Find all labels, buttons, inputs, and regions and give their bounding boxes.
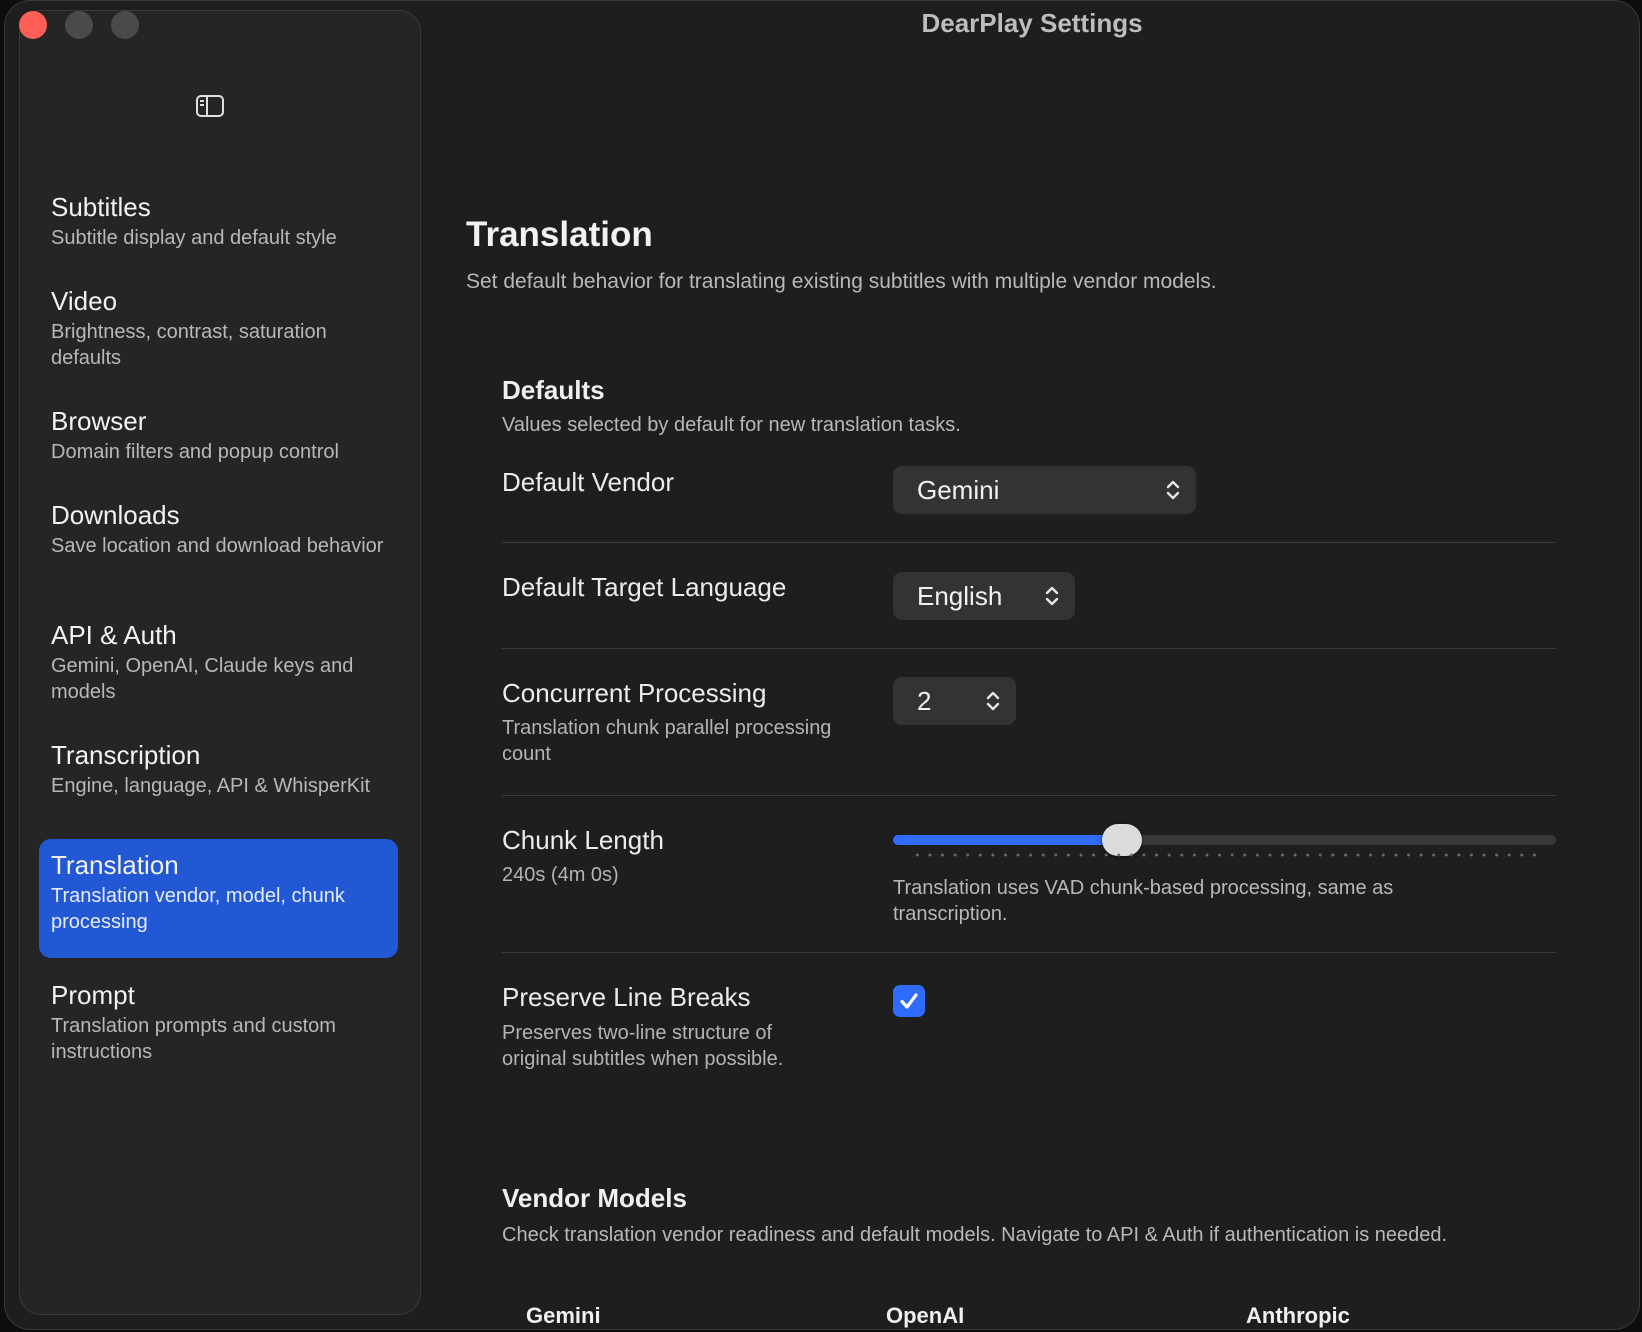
sidebar-item-subtitle: Domain filters and popup control [51, 441, 339, 463]
sidebar-item-title: Translation [51, 850, 179, 880]
sidebar-item-downloads[interactable]: Downloads Save location and download beh… [39, 489, 398, 569]
chunk-length-label: Chunk Length [502, 825, 664, 855]
checkmark-icon [900, 993, 918, 1009]
divider [502, 952, 1556, 953]
sidebar-item-title: Downloads [51, 500, 180, 530]
sidebar-item-subtitle: Engine, language, API & WhisperKit [51, 775, 371, 797]
concurrent-processing-description: Translation chunk parallel processing co… [502, 717, 832, 765]
sidebar-item-prompt[interactable]: Prompt Translation prompts and custom in… [39, 969, 398, 1075]
sidebar-item-title: Prompt [51, 980, 135, 1010]
vendor-column-anthropic: Anthropic [1246, 1303, 1350, 1328]
sidebar-item-transcription[interactable]: Transcription Engine, language, API & Wh… [39, 729, 398, 809]
sidebar-item-api-auth[interactable]: API & Auth Gemini, OpenAI, Claude keys a… [39, 609, 398, 715]
defaults-section-title: Defaults [502, 375, 605, 405]
sidebar-icon[interactable] [196, 95, 224, 117]
preserve-line-breaks-description: Preserves two-line structure of original… [502, 1022, 784, 1070]
vendor-column-openai: OpenAI [886, 1303, 965, 1328]
default-vendor-label: Default Vendor [502, 467, 675, 497]
close-window-button[interactable] [19, 11, 47, 39]
vendor-models-section-subtitle: Check translation vendor readiness and d… [502, 1224, 1448, 1246]
zoom-window-button[interactable] [111, 11, 139, 39]
slider-thumb[interactable] [1101, 824, 1142, 856]
sidebar-item-subtitle: Translation prompts and custom instructi… [51, 1015, 336, 1063]
defaults-section-subtitle: Values selected by default for new trans… [502, 414, 961, 436]
chevron-up-down-icon [1166, 480, 1180, 500]
divider [502, 542, 1556, 543]
slider-fill [893, 835, 1122, 845]
sidebar-item-subtitle: Brightness, contrast, saturation default… [51, 321, 327, 369]
sidebar-item-title: Subtitles [51, 192, 151, 222]
chevron-up-down-icon[interactable] [986, 689, 1000, 713]
sidebar-item-subtitle: Translation vendor, model, chunk process… [51, 885, 345, 933]
chunk-length-slider[interactable] [893, 824, 1556, 856]
default-vendor-select[interactable]: Gemini [893, 466, 1196, 514]
sidebar: Subtitles Subtitle display and default s… [19, 10, 421, 1315]
divider [502, 648, 1556, 649]
preserve-line-breaks-label: Preserve Line Breaks [502, 982, 751, 1012]
sidebar-item-video[interactable]: Video Brightness, contrast, saturation d… [39, 275, 398, 381]
divider [502, 795, 1556, 796]
window-controls [19, 11, 139, 39]
default-target-language-value: English [917, 580, 1003, 611]
chunk-length-note: Translation uses VAD chunk-based process… [893, 877, 1394, 925]
page-title: Translation [466, 215, 653, 254]
sidebar-item-title: API & Auth [51, 620, 177, 650]
sidebar-item-title: Video [51, 286, 118, 316]
vendor-column-gemini: Gemini [526, 1303, 601, 1328]
concurrent-processing-stepper[interactable]: 2 [893, 677, 1016, 725]
minimize-window-button[interactable] [65, 11, 93, 39]
sidebar-item-subtitle: Subtitle display and default style [51, 227, 337, 249]
chunk-length-value: 240s (4m 0s) [502, 864, 619, 886]
default-target-language-label: Default Target Language [502, 572, 787, 602]
sidebar-item-subtitle: Save location and download behavior [51, 535, 384, 557]
default-vendor-value: Gemini [917, 474, 1000, 505]
sidebar-item-subtitle: Gemini, OpenAI, Claude keys and models [51, 655, 354, 703]
page-subtitle: Set default behavior for translating exi… [466, 270, 1217, 293]
sidebar-item-subtitles[interactable]: Subtitles Subtitle display and default s… [39, 181, 398, 261]
sidebar-item-title: Transcription [51, 740, 201, 770]
preserve-line-breaks-checkbox[interactable] [893, 985, 925, 1017]
vendor-models-section-title: Vendor Models [502, 1183, 687, 1213]
concurrent-processing-value: 2 [917, 685, 932, 716]
concurrent-processing-label: Concurrent Processing [502, 678, 767, 708]
sidebar-item-translation[interactable]: Translation Translation vendor, model, c… [39, 839, 398, 958]
default-target-language-select[interactable]: English [893, 572, 1075, 620]
settings-window: DearPlay Settings Subtitles Subtitle dis… [4, 0, 1640, 1330]
sidebar-item-title: Browser [51, 406, 147, 436]
slider-ticks [911, 853, 1541, 857]
sidebar-item-browser[interactable]: Browser Domain filters and popup control [39, 395, 398, 475]
chevron-up-down-icon [1045, 586, 1059, 606]
